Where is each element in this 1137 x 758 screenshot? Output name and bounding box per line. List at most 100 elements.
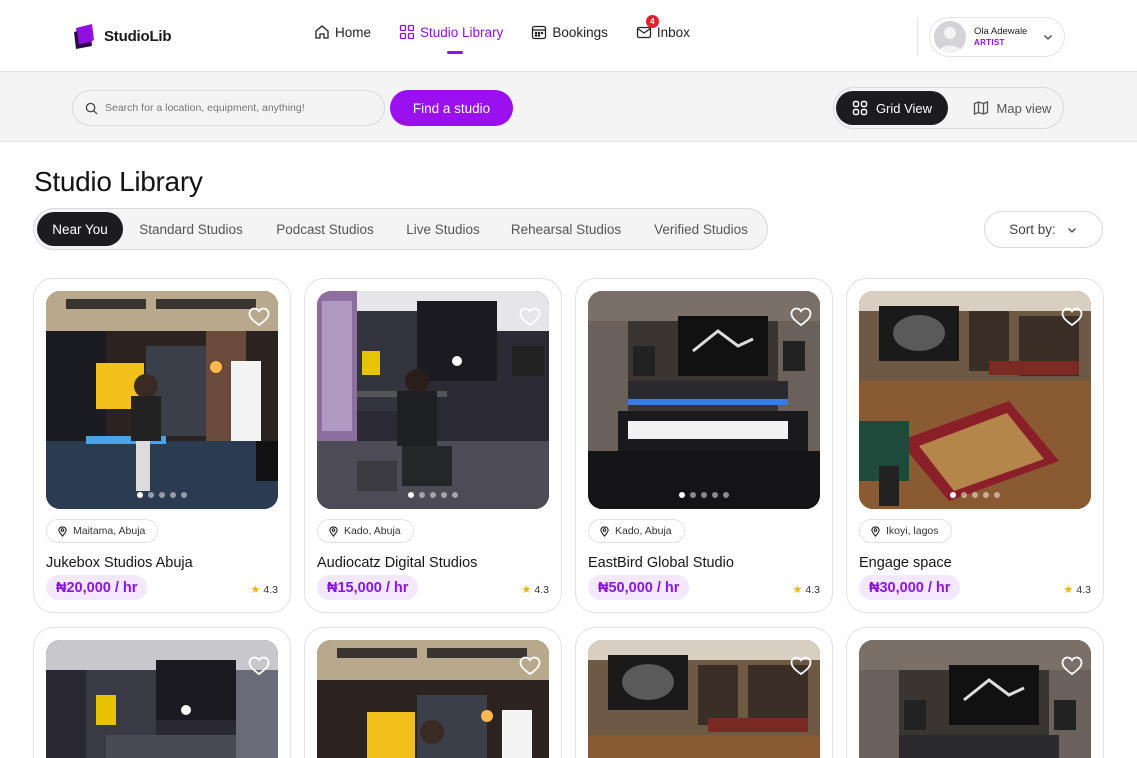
studio-image [859,640,1091,758]
studio-name[interactable]: EastBird Global Studio [588,555,734,571]
carousel-dots[interactable] [137,492,187,498]
studio-card[interactable] [846,627,1104,758]
studio-name[interactable]: Engage space [859,555,952,571]
location-chip: Kado, Abuja [588,519,685,543]
nav-home[interactable]: Home [314,24,371,40]
studio-photo[interactable] [46,640,278,758]
location-text: Kado, Abuja [344,525,401,537]
tab-verified-studios[interactable]: Verified Studios [641,212,761,246]
heart-icon[interactable] [790,307,812,327]
heart-icon[interactable] [248,656,270,676]
heart-icon[interactable] [248,307,270,327]
studio-name[interactable]: Audiocatz Digital Studios [317,555,477,571]
grid-view-button[interactable]: Grid View [836,91,948,125]
heart-icon[interactable] [519,656,541,676]
grid-view-icon [852,100,868,116]
calendar-icon [532,25,547,40]
tab-rehearsal-studios[interactable]: Rehearsal Studios [501,212,631,246]
heart-icon[interactable] [519,307,541,327]
logo-icon [74,24,94,49]
map-icon [973,101,988,115]
user-info: Ola Adewale ARTIST [974,26,1027,48]
search-input[interactable] [105,102,365,114]
studio-photo[interactable] [859,291,1091,509]
location-pin-icon [58,525,67,537]
location-pin-icon [871,525,880,537]
chevron-down-icon[interactable] [1042,31,1054,43]
header-divider [917,18,918,56]
location-pin-icon [329,525,338,537]
studio-card[interactable]: Kado, Abuja Audiocatz Digital Studios ₦1… [304,278,562,613]
location-chip: Kado, Abuja [317,519,414,543]
category-tabs: Near You Standard Studios Podcast Studio… [33,208,768,250]
studio-card[interactable] [575,627,833,758]
studio-photo[interactable] [317,291,549,509]
top-navbar: StudioLib Home Studio Library Bookings 4… [0,0,1137,72]
heart-icon[interactable] [1061,307,1083,327]
rating: ★ 4.3 [521,583,549,597]
user-avatar-icon [934,21,966,53]
avatar [934,21,966,53]
studio-image [588,291,820,509]
user-menu[interactable]: Ola Adewale ARTIST [929,17,1065,57]
studio-photo[interactable] [317,640,549,758]
brand-name: StudioLib [104,27,172,45]
studio-card[interactable]: Kado, Abuja EastBird Global Studio ₦50,0… [575,278,833,613]
studio-image [46,640,278,758]
rating: ★ 4.3 [250,583,278,597]
nav-bookings[interactable]: Bookings [531,24,608,40]
studio-image [46,291,278,509]
map-view-label: Map view [996,100,1052,116]
rating-value: 4.3 [805,583,820,596]
studio-photo[interactable] [588,291,820,509]
studio-photo[interactable] [588,640,820,758]
carousel-dots[interactable] [408,492,458,498]
studio-card[interactable] [304,627,562,758]
sort-dropdown[interactable]: Sort by: [984,211,1103,248]
grid-icon [399,24,415,40]
inbox-count-badge: 4 [645,15,659,28]
tab-podcast-studios[interactable]: Podcast Studios [265,212,385,246]
map-view-button[interactable]: Map view [962,91,1062,125]
star-icon: ★ [250,584,261,596]
chevron-down-icon [1067,227,1076,233]
studio-card[interactable]: Maitama, Abuja Jukebox Studios Abuja ₦20… [33,278,291,613]
studio-image [588,640,820,758]
rating-value: 4.3 [263,583,278,596]
brand-logo[interactable]: StudioLib [72,22,172,50]
star-icon: ★ [521,584,532,596]
star-icon: ★ [792,584,803,596]
location-chip: Maitama, Abuja [46,519,159,543]
location-pin-icon [600,525,609,537]
tab-live-studios[interactable]: Live Studios [395,212,491,246]
heart-icon[interactable] [1061,656,1083,676]
tab-near-you[interactable]: Near You [37,212,123,246]
carousel-dots[interactable] [679,492,729,498]
star-icon: ★ [1063,584,1074,596]
nav-home-label: Home [335,24,372,40]
rating-value: 4.3 [1076,583,1091,596]
nav-studio-library[interactable]: Studio Library [399,24,503,54]
price-tag: ₦50,000 / hr [588,575,690,600]
sort-label: Sort by: [1009,222,1056,237]
heart-icon[interactable] [790,656,812,676]
rating: ★ 4.3 [792,583,820,597]
carousel-dots[interactable] [950,492,1000,498]
studio-image [859,291,1091,509]
location-text: Maitama, Abuja [73,525,146,537]
nav-inbox-label: Inbox [656,24,690,40]
nav-inbox[interactable]: 4 Inbox [636,15,690,40]
studio-photo[interactable] [46,291,278,509]
nav-bookings-label: Bookings [552,24,608,40]
grid-view-label: Grid View [875,100,933,116]
price-tag: ₦15,000 / hr [317,575,419,600]
location-text: Kado, Abuja [615,525,672,537]
studio-card[interactable]: Ikoyi, lagos Engage space ₦30,000 / hr ★… [846,278,1104,613]
studio-card[interactable] [33,627,291,758]
search-box[interactable] [72,90,385,126]
location-text: Ikoyi, lagos [886,525,939,537]
studio-photo[interactable] [859,640,1091,758]
studio-name[interactable]: Jukebox Studios Abuja [46,555,193,571]
find-studio-button[interactable]: Find a studio [390,90,513,126]
tab-standard-studios[interactable]: Standard Studios [131,212,251,246]
